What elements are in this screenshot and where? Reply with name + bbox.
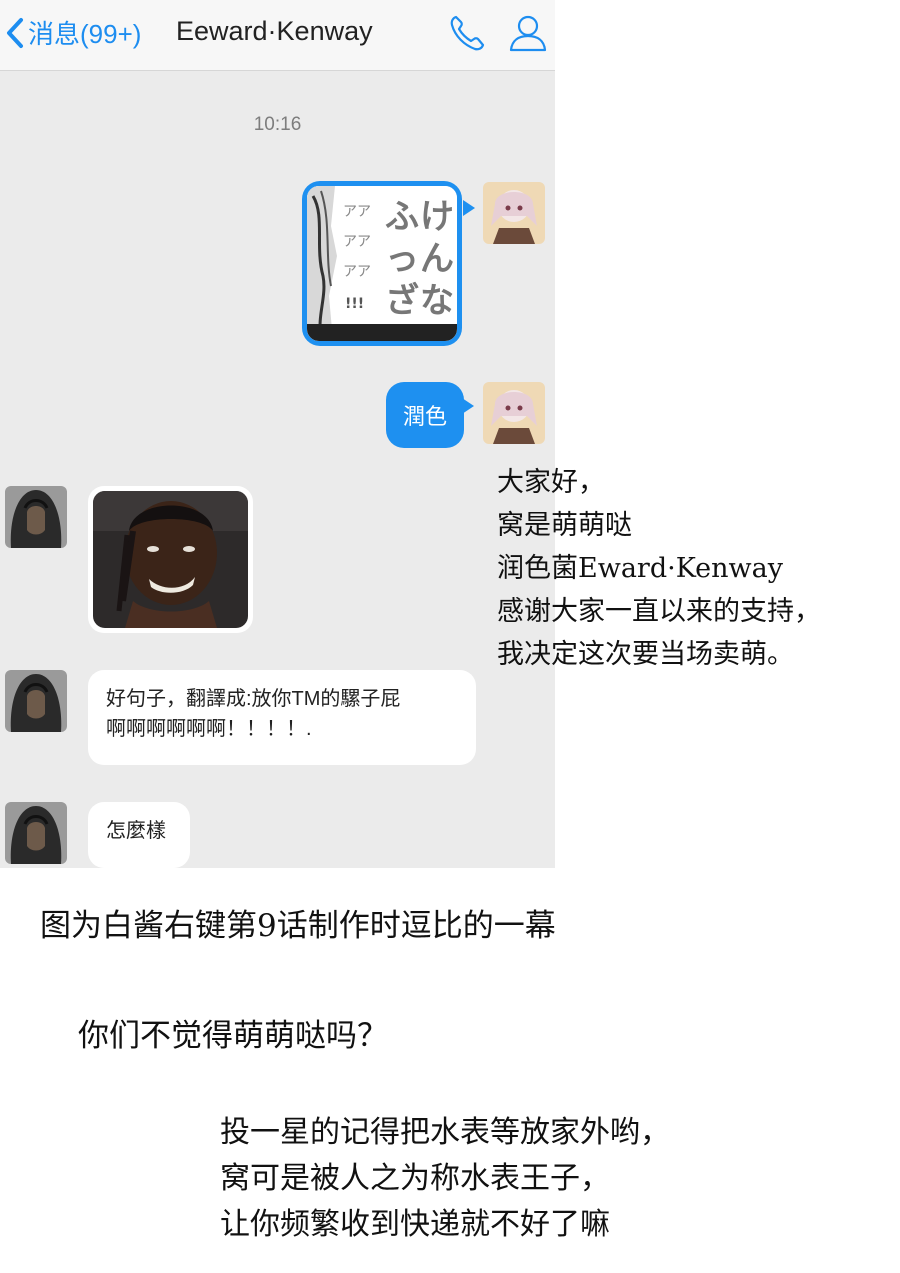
contact-avatar[interactable] <box>5 486 67 548</box>
anime-girl-avatar-image <box>483 382 545 444</box>
side-note-line: 我决定这次要当场卖萌。 <box>497 639 794 670</box>
person-icon[interactable] <box>508 12 548 54</box>
chat-screen: 消息(99+) Eeward·Kenway 10:16 ふ け っ ん ざ な … <box>0 0 555 868</box>
bubble-tail <box>463 200 475 216</box>
hooded-figure-avatar-image <box>5 670 67 732</box>
side-note: 大家好， 窝是萌萌哒 润色菌Eward·Kenway 感谢大家一直以来的支持， … <box>497 461 821 676</box>
contact-avatar[interactable] <box>5 802 67 864</box>
message-timestamp: 10:16 <box>253 114 302 135</box>
my-avatar[interactable] <box>483 382 545 444</box>
svg-text:け: け <box>420 197 454 237</box>
back-button[interactable]: 消息(99+) <box>4 14 141 51</box>
svg-text:ん: ん <box>420 239 454 279</box>
caption-line-1: 图为白酱右键第9话制作时逗比的一幕 <box>40 908 556 944</box>
received-text-message[interactable]: 好句子，翻譯成:放你TM的騾子屁 啊啊啊啊啊啊！！！！. <box>88 670 476 765</box>
contact-avatar[interactable] <box>5 670 67 732</box>
bubble-tail <box>462 398 474 414</box>
received-text-message[interactable]: 怎麼樣 <box>88 802 190 868</box>
svg-text:アア: アア <box>343 204 371 220</box>
smiling-man-photo <box>93 491 248 628</box>
caption-paragraph: 投一星的记得把水表等放家外哟， 窝可是被人之为称水表王子， 让你频繁收到快递就不… <box>220 1110 670 1248</box>
caption-line-2: 你们不觉得萌萌哒吗？ <box>78 1018 388 1054</box>
message-line: 好句子，翻譯成:放你TM的騾子屁 <box>106 688 401 710</box>
caption-para-line: 窝可是被人之为称水表王子， <box>220 1161 610 1196</box>
back-label: 消息(99+) <box>28 19 142 49</box>
svg-text:アア: アア <box>343 234 371 250</box>
my-avatar[interactable] <box>483 182 545 244</box>
side-note-line: 润色菌Eward·Kenway <box>497 553 783 584</box>
sent-text-message[interactable]: 潤色 <box>386 382 464 448</box>
anime-girl-avatar-image <box>483 182 545 244</box>
message-line: 啊啊啊啊啊啊！！！！. <box>106 718 312 740</box>
hooded-figure-avatar-image <box>5 802 67 864</box>
svg-text:アア: アア <box>343 264 371 280</box>
chat-title: Eeward·Kenway <box>176 16 373 46</box>
side-note-line: 大家好， <box>497 467 605 498</box>
svg-text:ざ: ざ <box>385 281 419 321</box>
manga-sticker-image: ふ け っ ん ざ な アア アア アア !!! <box>307 186 457 341</box>
caption-para-line: 投一星的记得把水表等放家外哟， <box>220 1115 670 1150</box>
svg-text:ふ: ふ <box>385 197 419 237</box>
side-note-line: 窝是萌萌哒 <box>497 510 632 541</box>
sent-image-message[interactable]: ふ け っ ん ざ な アア アア アア !!! <box>302 181 462 346</box>
chevron-left-icon <box>7 17 23 48</box>
side-note-line: 感谢大家一直以来的支持， <box>497 596 821 627</box>
svg-text:な: な <box>420 281 454 321</box>
hooded-figure-avatar-image <box>5 486 67 548</box>
svg-text:!!!: !!! <box>345 296 364 312</box>
received-image-message[interactable] <box>88 486 253 633</box>
phone-icon[interactable] <box>447 12 487 54</box>
svg-text:っ: っ <box>385 239 419 279</box>
chat-header: 消息(99+) Eeward·Kenway <box>0 0 555 71</box>
caption-para-line: 让你频繁收到快递就不好了嘛 <box>220 1207 610 1242</box>
